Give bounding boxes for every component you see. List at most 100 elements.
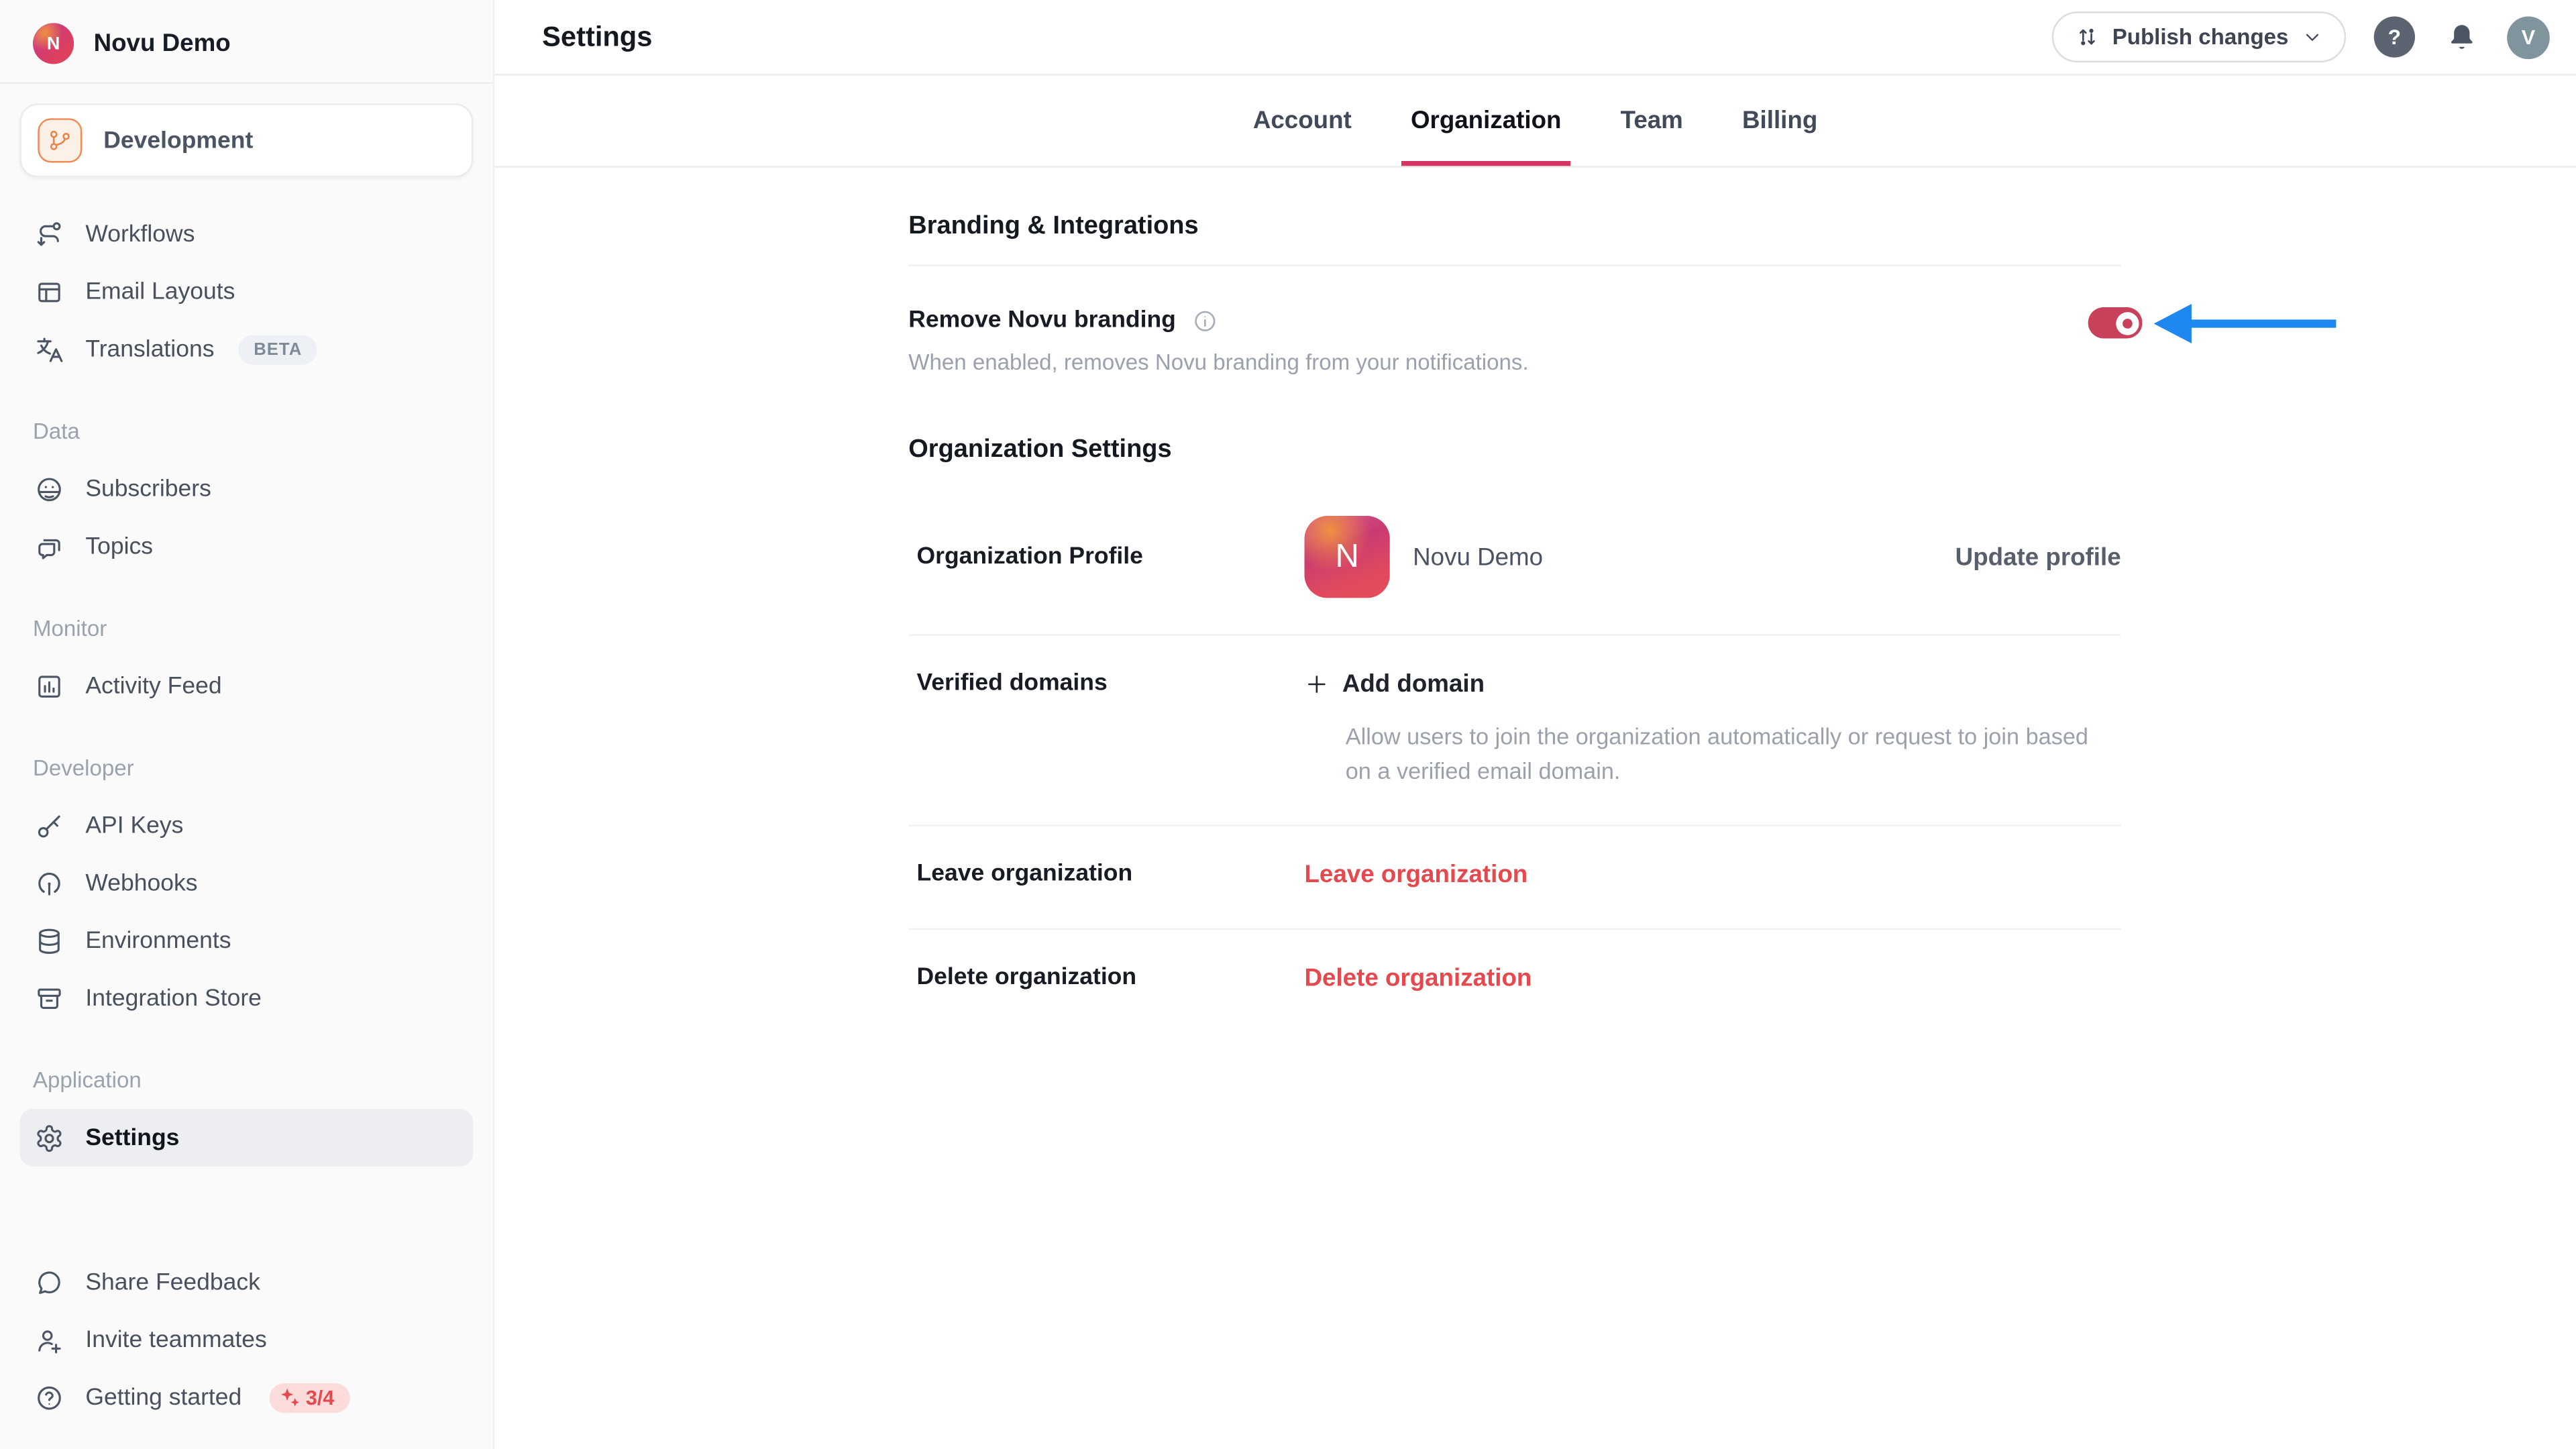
add-domain-label: Add domain: [1342, 670, 1485, 698]
notifications-bell-button[interactable]: [2443, 19, 2479, 55]
git-branch-icon: [38, 118, 82, 162]
organization-profile-name: Novu Demo: [1413, 543, 1543, 571]
sidebar-item-label: Translations: [85, 336, 214, 362]
toggle-knob: [2115, 311, 2138, 334]
feedback-bubble-icon: [34, 1267, 64, 1297]
org-logo: N: [33, 23, 74, 64]
bell-icon: [2445, 21, 2477, 53]
sidebar-item-label: Getting started: [85, 1384, 241, 1410]
git-compare-icon: [2074, 25, 2099, 50]
sidebar-item-label: API Keys: [85, 812, 183, 839]
delete-organization-label: Delete organization: [908, 965, 1304, 993]
info-icon: [1192, 308, 1217, 333]
help-circle-icon: [34, 1383, 64, 1412]
share-feedback-item[interactable]: Share Feedback: [0, 1254, 493, 1311]
translate-icon: [34, 334, 64, 364]
sidebar-section-monitor: Monitor: [0, 600, 493, 657]
sidebar-item-label: Invite teammates: [85, 1327, 266, 1353]
sidebar-item-subscribers[interactable]: Subscribers: [0, 460, 493, 518]
add-domain-button[interactable]: Add domain: [1304, 670, 2121, 698]
organization-profile-label: Organization Profile: [908, 544, 1304, 570]
app: N Novu Demo Development Workflows Email …: [0, 0, 2576, 1449]
leave-organization-label: Leave organization: [908, 861, 1304, 889]
invite-teammates-item[interactable]: Invite teammates: [0, 1311, 493, 1368]
sidebar-item-translations[interactable]: Translations BETA: [0, 321, 493, 378]
environment-selector[interactable]: Development: [19, 103, 473, 177]
sidebar-item-label: Subscribers: [85, 476, 211, 502]
add-domain-description: Allow users to join the organization aut…: [1346, 720, 2098, 789]
user-plus-icon: [34, 1325, 64, 1354]
remove-branding-description: When enabled, removes Novu branding from…: [908, 350, 2121, 375]
sidebar-item-topics[interactable]: Topics: [0, 517, 493, 575]
subscribers-icon: [34, 474, 64, 504]
tab-billing[interactable]: Billing: [1742, 76, 1817, 166]
sidebar-item-label: Email Layouts: [85, 278, 235, 305]
sidebar-nav: Workflows Email Layouts Translations BET…: [0, 205, 493, 1167]
sidebar-item-label: Integration Store: [85, 985, 262, 1011]
sidebar-item-label: Webhooks: [85, 870, 197, 896]
sidebar-item-label: Share Feedback: [85, 1269, 260, 1295]
sidebar-item-label: Environments: [85, 927, 231, 953]
sidebar-item-label: Topics: [85, 533, 153, 559]
section-divider: [908, 264, 2121, 266]
beta-badge: BETA: [239, 334, 317, 364]
sidebar-item-label: Workflows: [85, 221, 195, 247]
sidebar-item-webhooks[interactable]: Webhooks: [0, 854, 493, 912]
plus-icon: [1304, 672, 1329, 697]
verified-domains-label: Verified domains: [908, 670, 1304, 788]
organization-profile-avatar: N: [1304, 516, 1389, 598]
sidebar-item-environments[interactable]: Environments: [0, 912, 493, 969]
publish-changes-label: Publish changes: [2112, 25, 2289, 50]
getting-started-item[interactable]: Getting started 3/4: [0, 1368, 493, 1426]
topics-icon: [34, 531, 64, 561]
page-title: Settings: [542, 21, 652, 54]
org-settings-rows: Organization Profile N Novu Demo Update …: [908, 516, 2121, 1028]
tab-account[interactable]: Account: [1253, 76, 1352, 166]
sidebar-item-label: Settings: [85, 1124, 179, 1150]
sidebar-item-label: Activity Feed: [85, 673, 221, 699]
sidebar-footer: Share Feedback Invite teammates Getting …: [0, 1254, 493, 1449]
database-icon: [34, 926, 64, 955]
settings-tabs: Account Organization Team Billing: [494, 76, 2576, 166]
remove-branding-label: Remove Novu branding: [908, 307, 1176, 333]
sidebar-divider: [0, 82, 493, 83]
org-settings-heading: Organization Settings: [908, 435, 2121, 465]
gear-icon: [34, 1123, 64, 1152]
sidebar-item-integration-store[interactable]: Integration Store: [0, 969, 493, 1027]
getting-started-progress-badge: 3/4: [270, 1383, 350, 1412]
sidebar-item-workflows[interactable]: Workflows: [0, 205, 493, 263]
activity-feed-icon: [34, 671, 64, 700]
annotation-arrow-icon: [2152, 303, 2336, 345]
delete-organization-button[interactable]: Delete organization: [1304, 965, 1532, 993]
publish-changes-button[interactable]: Publish changes: [2051, 11, 2346, 62]
webhooks-icon: [34, 868, 64, 898]
org-name: Novu Demo: [94, 30, 231, 58]
workflows-icon: [34, 219, 64, 249]
organization-profile-row: Organization Profile N Novu Demo Update …: [908, 516, 2121, 634]
tab-content: Branding & Integrations Remove Novu bran…: [494, 168, 2576, 1028]
leave-organization-button[interactable]: Leave organization: [1304, 861, 1527, 889]
layout-icon: [34, 277, 64, 307]
sidebar: N Novu Demo Development Workflows Email …: [0, 0, 494, 1449]
sidebar-section-application: Application: [0, 1051, 493, 1109]
branding-section-heading: Branding & Integrations: [908, 212, 2121, 241]
sidebar-item-activity-feed[interactable]: Activity Feed: [0, 657, 493, 715]
delete-organization-row: Delete organization Delete organization: [908, 930, 2121, 1028]
user-avatar[interactable]: V: [2507, 15, 2550, 58]
sidebar-item-settings[interactable]: Settings: [19, 1109, 473, 1167]
chevron-down-icon: [2302, 26, 2323, 48]
tab-organization[interactable]: Organization: [1411, 76, 1562, 166]
leave-organization-row: Leave organization Leave organization: [908, 826, 2121, 928]
sidebar-item-email-layouts[interactable]: Email Layouts: [0, 263, 493, 321]
update-profile-button[interactable]: Update profile: [1955, 543, 2121, 571]
org-switcher[interactable]: N Novu Demo: [0, 19, 493, 64]
main-area: Settings Publish changes ? V Account Org…: [494, 0, 2576, 1449]
sidebar-section-data: Data: [0, 402, 493, 460]
sparkles-icon: [280, 1387, 301, 1408]
help-button[interactable]: ?: [2374, 16, 2415, 57]
sidebar-section-developer: Developer: [0, 739, 493, 797]
verified-domains-row: Verified domains Add domain Allow users …: [908, 636, 2121, 825]
sidebar-item-api-keys[interactable]: API Keys: [0, 797, 493, 855]
tab-team[interactable]: Team: [1621, 76, 1683, 166]
remove-branding-toggle[interactable]: [2088, 307, 2143, 339]
